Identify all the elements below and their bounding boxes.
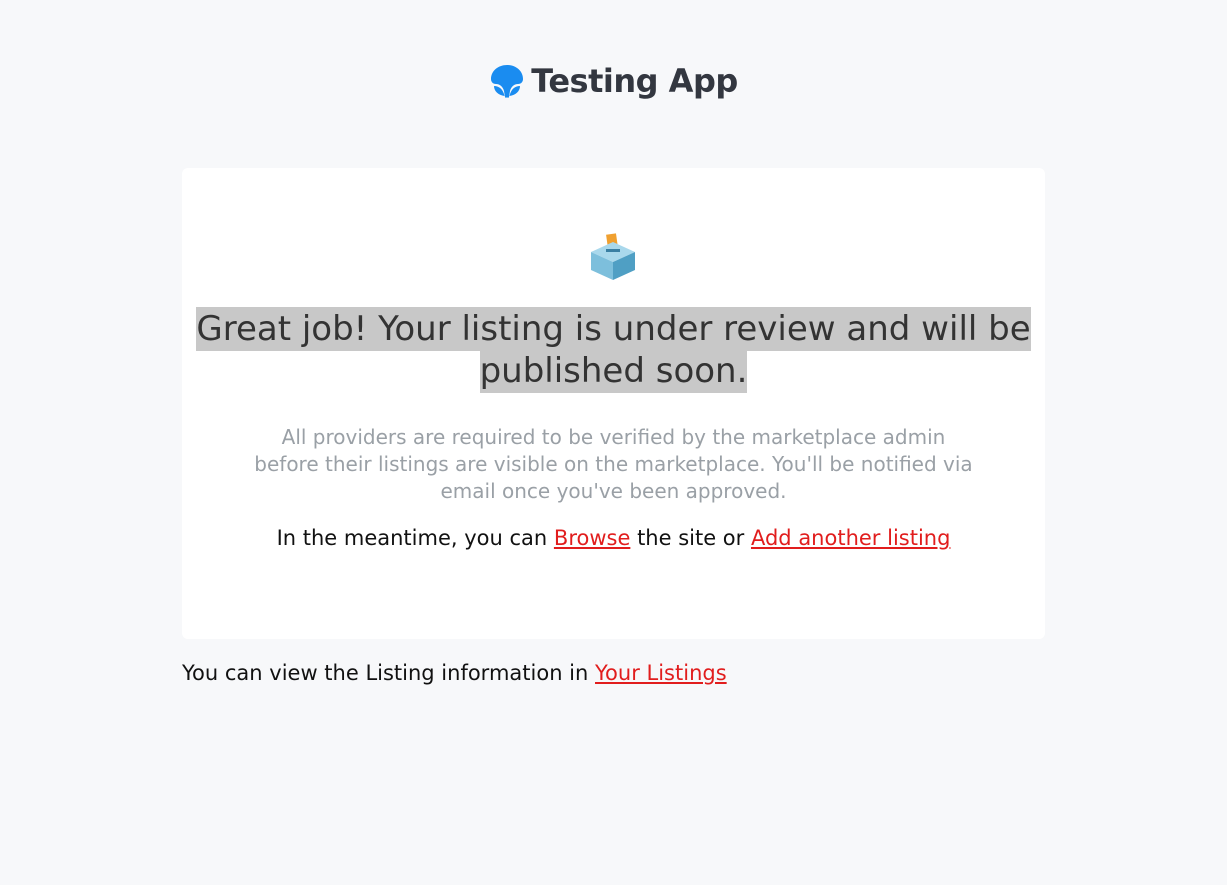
footer-prefix: You can view the Listing information in	[182, 661, 589, 685]
verification-notice: All providers are required to be verifie…	[254, 425, 973, 503]
meantime-prefix: In the meantime, you can	[276, 526, 548, 550]
your-listings-link[interactable]: Your Listings	[595, 661, 727, 685]
meantime-text: In the meantime, you can Browse the site…	[182, 526, 1045, 550]
headline: Great job! Your listing is under review …	[196, 307, 1031, 393]
app-name: Testing App	[531, 62, 738, 100]
browse-link[interactable]: Browse	[554, 526, 630, 550]
ballot-box-icon	[591, 233, 635, 280]
app-logo-icon	[491, 65, 524, 98]
app-header: Testing App	[0, 62, 1227, 100]
meantime-middle: the site or	[637, 526, 745, 550]
confirmation-card: Great job! Your listing is under review …	[182, 168, 1045, 639]
listing-info-text: You can view the Listing information in …	[182, 661, 727, 685]
add-another-listing-link[interactable]: Add another listing	[751, 526, 950, 550]
